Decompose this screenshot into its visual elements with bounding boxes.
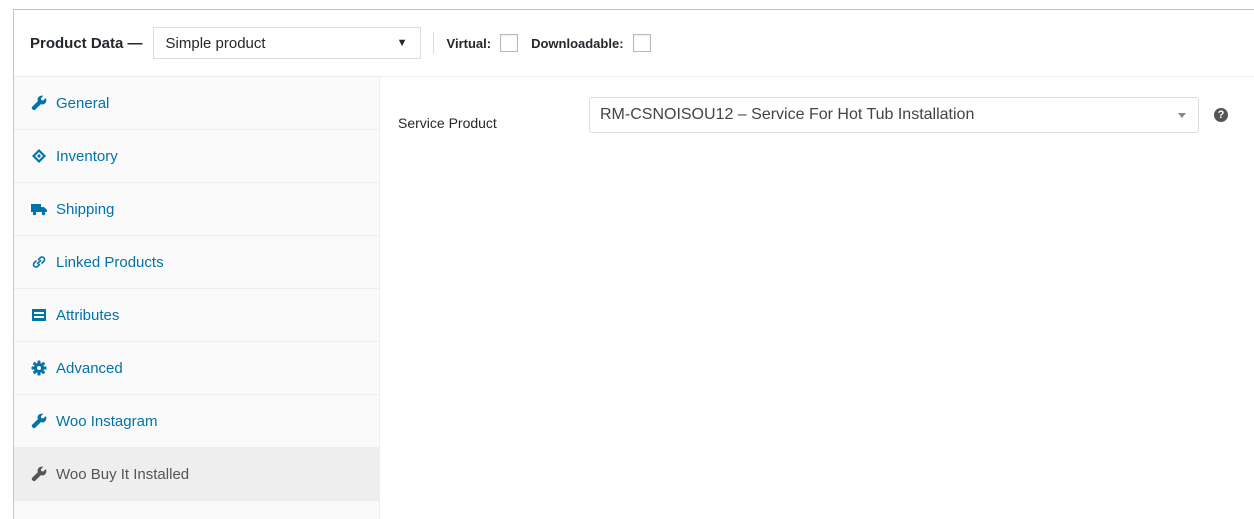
wrench-icon xyxy=(31,413,47,429)
downloadable-checkbox[interactable] xyxy=(632,34,651,52)
product-type-select[interactable]: Simple product ▼ xyxy=(152,27,421,59)
tab-shipping[interactable]: Shipping xyxy=(14,183,379,236)
service-product-value: RM-CSNOISOU12 – Service For Hot Tub Inst… xyxy=(600,106,975,123)
list-icon xyxy=(31,307,47,323)
question-icon[interactable]: ? xyxy=(1214,108,1228,122)
product-data-tabs: General Inventory Shipping Linked Produc… xyxy=(14,77,380,519)
virtual-checkbox[interactable] xyxy=(500,34,519,52)
tab-label: Inventory xyxy=(56,147,118,165)
product-data-panel: Product Data — Simple product ▼ Virtual:… xyxy=(13,9,1254,519)
service-product-select[interactable]: RM-CSNOISOU12 – Service For Hot Tub Inst… xyxy=(589,97,1199,133)
chevron-down-icon: ▼ xyxy=(396,37,408,49)
wrench-icon xyxy=(31,466,47,482)
product-data-title: Product Data — xyxy=(30,34,143,52)
product-data-header: Product Data — Simple product ▼ Virtual:… xyxy=(14,10,1254,77)
tab-advanced[interactable]: Advanced xyxy=(14,342,379,395)
header-divider xyxy=(432,32,434,54)
tab-attributes[interactable]: Attributes xyxy=(14,289,379,342)
tab-linked-products[interactable]: Linked Products xyxy=(14,236,379,289)
tab-label: Attributes xyxy=(56,306,120,324)
tab-label: Linked Products xyxy=(56,253,164,271)
tag-icon xyxy=(31,148,47,164)
service-product-label: Service Product xyxy=(398,115,497,131)
tab-label: Advanced xyxy=(56,359,123,377)
downloadable-label: Downloadable: xyxy=(531,35,624,51)
link-icon xyxy=(31,254,47,270)
tab-inventory[interactable]: Inventory xyxy=(14,130,379,183)
tab-label: Woo Buy It Installed xyxy=(56,465,190,483)
product-type-value: Simple product xyxy=(165,34,266,52)
tab-label: Woo Instagram xyxy=(56,412,158,430)
tab-woo-instagram[interactable]: Woo Instagram xyxy=(14,395,379,448)
tab-label: General xyxy=(56,94,110,112)
tab-woo-buy-it-installed[interactable]: Woo Buy It Installed xyxy=(14,448,379,501)
tab-general[interactable]: General xyxy=(14,77,379,130)
wrench-icon xyxy=(31,95,47,111)
gear-icon xyxy=(31,360,47,376)
truck-icon xyxy=(31,201,47,217)
tab-panel-woo-buy-it-installed: Service Product RM-CSNOISOU12 – Service … xyxy=(380,77,1254,519)
chevron-down-icon xyxy=(1178,112,1186,118)
tab-label: Shipping xyxy=(56,200,115,218)
virtual-label: Virtual: xyxy=(446,35,492,51)
